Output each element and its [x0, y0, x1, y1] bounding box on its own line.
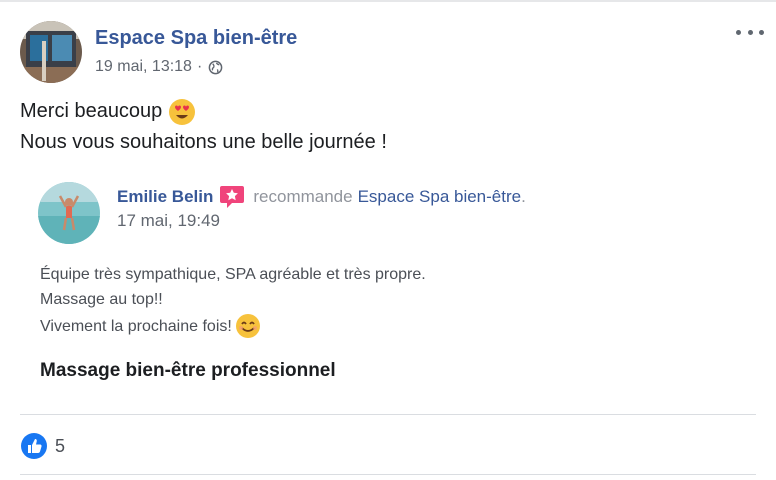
post-timestamp[interactable]: 19 mai, 13:18 [95, 58, 192, 76]
post-card: Espace Spa bien-être 19 mai, 13:18 · Mer… [0, 0, 776, 480]
reviewer-name-link[interactable]: Emilie Belin [117, 187, 213, 207]
star-badge-icon [219, 185, 245, 209]
more-options-icon[interactable] [736, 22, 764, 42]
card-top-border [0, 0, 776, 2]
post-meta: 19 mai, 13:18 · [95, 58, 223, 76]
review-line-2: Massage au top!! [40, 291, 163, 308]
reaction-count[interactable]: 5 [55, 436, 65, 457]
smiling-face-emoji [234, 312, 262, 340]
review-timestamp[interactable]: 17 mai, 19:49 [117, 211, 220, 231]
shared-review[interactable]: Emilie Belin recommande Espace Spa bien-… [20, 170, 756, 400]
reviewer-avatar[interactable] [38, 182, 100, 244]
heart-eyes-emoji [168, 98, 196, 126]
divider [20, 414, 756, 415]
page-name-link[interactable]: Espace Spa bien-être [95, 27, 297, 50]
service-name: Massage bien-être professionnel [40, 360, 336, 381]
bottom-divider [20, 474, 756, 475]
post-text-line-1: Merci beaucoup [20, 100, 163, 122]
like-icon[interactable] [20, 432, 48, 460]
review-line-1: Équipe très sympathique, SPA agréable et… [40, 266, 426, 283]
review-body: Équipe très sympathique, SPA agréable et… [40, 262, 426, 340]
review-line-3: Vivement la prochaine fois! [40, 317, 232, 335]
recommend-verb: recommande [253, 187, 353, 206]
page-avatar[interactable] [20, 21, 82, 83]
meta-separator: · [196, 58, 203, 75]
reactions-summary[interactable]: 5 [20, 432, 65, 460]
period: . [521, 187, 526, 206]
recommended-page-link[interactable]: Espace Spa bien-être [358, 187, 522, 207]
post-body: Merci beaucoup Nous vous souhaitons une … [20, 96, 387, 158]
globe-icon[interactable] [208, 60, 223, 75]
post-text-line-2: Nous vous souhaitons une belle journée ! [20, 131, 387, 153]
review-header: Emilie Belin recommande Espace Spa bien-… [117, 185, 526, 209]
